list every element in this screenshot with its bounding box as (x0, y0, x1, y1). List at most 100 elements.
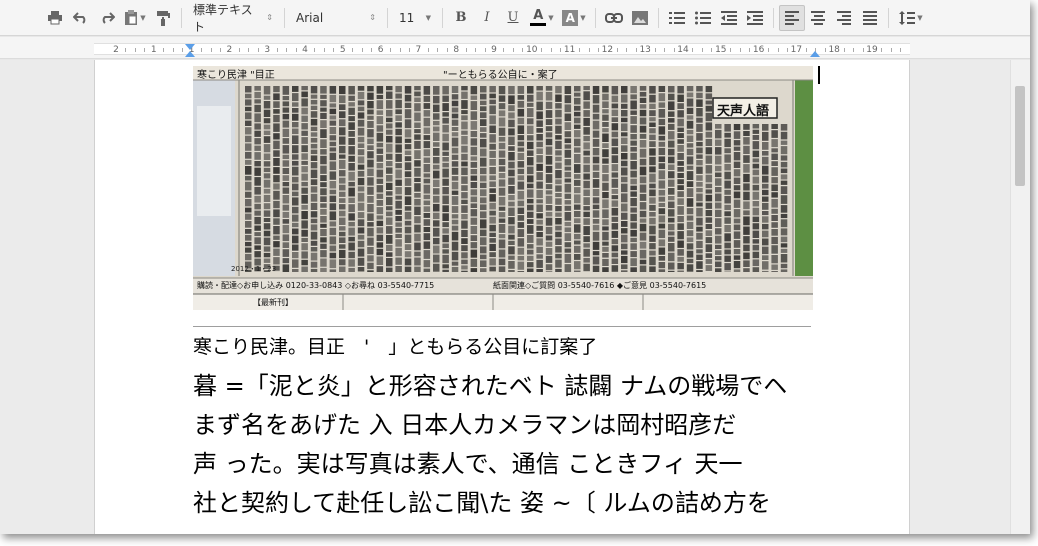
newspaper-glyph (339, 145, 346, 154)
newspaper-glyph (564, 221, 572, 227)
paste-button[interactable]: ▼ (120, 5, 150, 31)
scrollbar-thumb[interactable] (1015, 86, 1025, 186)
newspaper-glyph (480, 167, 487, 175)
newspaper-glyph (592, 224, 600, 231)
newspaper-glyph (301, 211, 308, 220)
font-size-select[interactable]: 11 ▼ (393, 5, 437, 31)
newspaper-photo[interactable]: 寒こり民津 "目正 "ーともらる公自に・案了 天声人語 2012・1・23 購読… (193, 66, 813, 310)
newspaper-glyph (357, 119, 365, 127)
newspaper-glyph (611, 138, 619, 147)
newspaper-glyph (320, 129, 327, 138)
newspaper-glyph (555, 259, 562, 268)
document-canvas[interactable]: 寒こり民津 "目正 "ーともらる公自に・案了 天声人語 2012・1・23 購読… (0, 60, 1010, 534)
newspaper-glyph (555, 140, 562, 150)
newspaper-glyph (498, 224, 506, 233)
right-indent-marker[interactable] (810, 51, 820, 57)
justify-button[interactable] (857, 5, 883, 31)
newspaper-glyph (677, 173, 684, 178)
newspaper-glyph (574, 124, 581, 129)
newspaper-glyph (780, 155, 788, 161)
numbered-list-button[interactable] (664, 5, 690, 31)
newspaper-glyph (649, 225, 656, 235)
newspaper-glyph (611, 239, 619, 245)
first-line-indent-marker[interactable] (185, 44, 195, 50)
newspaper-glyph (592, 113, 600, 120)
decrease-indent-button[interactable] (716, 5, 742, 31)
newspaper-glyph (639, 91, 647, 97)
newspaper-glyph (310, 211, 318, 218)
newspaper-glyph (564, 144, 572, 149)
italic-button[interactable]: I (474, 5, 500, 31)
vertical-scrollbar[interactable] (1010, 60, 1030, 534)
ruler-tick (588, 48, 590, 52)
print-button[interactable] (42, 5, 68, 31)
newspaper-glyph (470, 156, 478, 161)
newspaper-glyph (442, 157, 449, 162)
newspaper-glyph (762, 223, 769, 230)
insert-link-button[interactable] (601, 5, 627, 31)
newspaper-glyph (621, 250, 628, 255)
newspaper-glyph (395, 195, 402, 200)
newspaper-glyph (771, 222, 778, 228)
newspaper-glyph (367, 270, 374, 272)
highlight-color-button[interactable]: A ▼ (558, 5, 590, 31)
newspaper-glyph (442, 151, 449, 156)
style-select[interactable]: 標準テキスト ⇕ (187, 3, 279, 34)
newspaper-glyph (263, 153, 271, 160)
align-center-button[interactable] (805, 5, 831, 31)
bulleted-list-button[interactable] (690, 5, 716, 31)
newspaper-glyph (564, 253, 572, 263)
newspaper-glyph (649, 122, 656, 127)
ocr-line-1[interactable]: 寒こり民津。目正 ' 」ともらる公目に訂案了 (193, 332, 597, 359)
newspaper-glyph (658, 229, 666, 239)
newspaper-glyph (442, 243, 449, 249)
bold-button[interactable]: B (448, 5, 474, 31)
undo-button[interactable] (68, 5, 94, 31)
align-right-button[interactable] (831, 5, 857, 31)
newspaper-glyph (602, 133, 609, 142)
paint-format-button[interactable] (150, 5, 176, 31)
align-left-button[interactable] (779, 4, 805, 31)
newspaper-glyph (329, 108, 337, 115)
newspaper-glyph (771, 215, 778, 221)
newspaper-glyph (621, 86, 628, 94)
underline-button[interactable]: U (500, 5, 526, 31)
text-color-button[interactable]: A ▼ (526, 5, 558, 31)
ruler-tick (900, 48, 902, 52)
increase-indent-button[interactable] (742, 5, 768, 31)
newspaper-glyph (602, 199, 609, 209)
newspaper-glyph (583, 173, 590, 180)
newspaper-glyph (762, 216, 769, 223)
line-spacing-button[interactable]: ▼ (894, 5, 928, 31)
ocr-line-3[interactable]: まず名をあげた 入 日本人カメラマンは岡村昭彦だ (193, 405, 736, 440)
ocr-line-5[interactable]: 社と契約して赴任し訟こ聞\た 姿 ~〔 ルムの詰め方を (193, 483, 771, 518)
ocr-line-4[interactable]: 声 った。実は写真は素人で、通信 こときフィ 天一 (193, 444, 742, 479)
newspaper-glyph (310, 155, 318, 161)
newspaper-glyph (668, 171, 675, 179)
newspaper-glyph (527, 189, 534, 198)
newspaper-glyph (254, 99, 261, 104)
newspaper-glyph (677, 133, 684, 138)
newspaper-glyph (658, 102, 666, 108)
newspaper-glyph (677, 216, 684, 223)
redo-button[interactable] (94, 5, 120, 31)
newspaper-glyph (658, 215, 666, 223)
ocr-line-2[interactable]: 暮 =「泥と炎」と形容されたベト 誌闢 ナムの戦場でヘ (193, 366, 787, 401)
newspaper-glyph (282, 128, 290, 137)
ruler-tick (295, 48, 297, 52)
document-page[interactable]: 寒こり民津 "目正 "ーともらる公自に・案了 天声人語 2012・1・23 購読… (94, 60, 910, 534)
newspaper-glyph (639, 166, 647, 176)
newspaper-glyph (555, 156, 562, 162)
newspaper-glyph (461, 121, 468, 130)
left-indent-marker[interactable] (185, 51, 195, 57)
newspaper-glyph (320, 107, 327, 112)
newspaper-glyph (686, 237, 694, 243)
newspaper-glyph (611, 109, 619, 117)
font-select[interactable]: Arial ⇕ (290, 5, 382, 31)
newspaper-glyph (404, 129, 412, 138)
insert-image-button[interactable] (627, 5, 653, 31)
newspaper-glyph (705, 105, 713, 112)
newspaper-glyph (461, 91, 468, 99)
newspaper-glyph (536, 225, 543, 231)
newspaper-glyph (686, 120, 694, 129)
